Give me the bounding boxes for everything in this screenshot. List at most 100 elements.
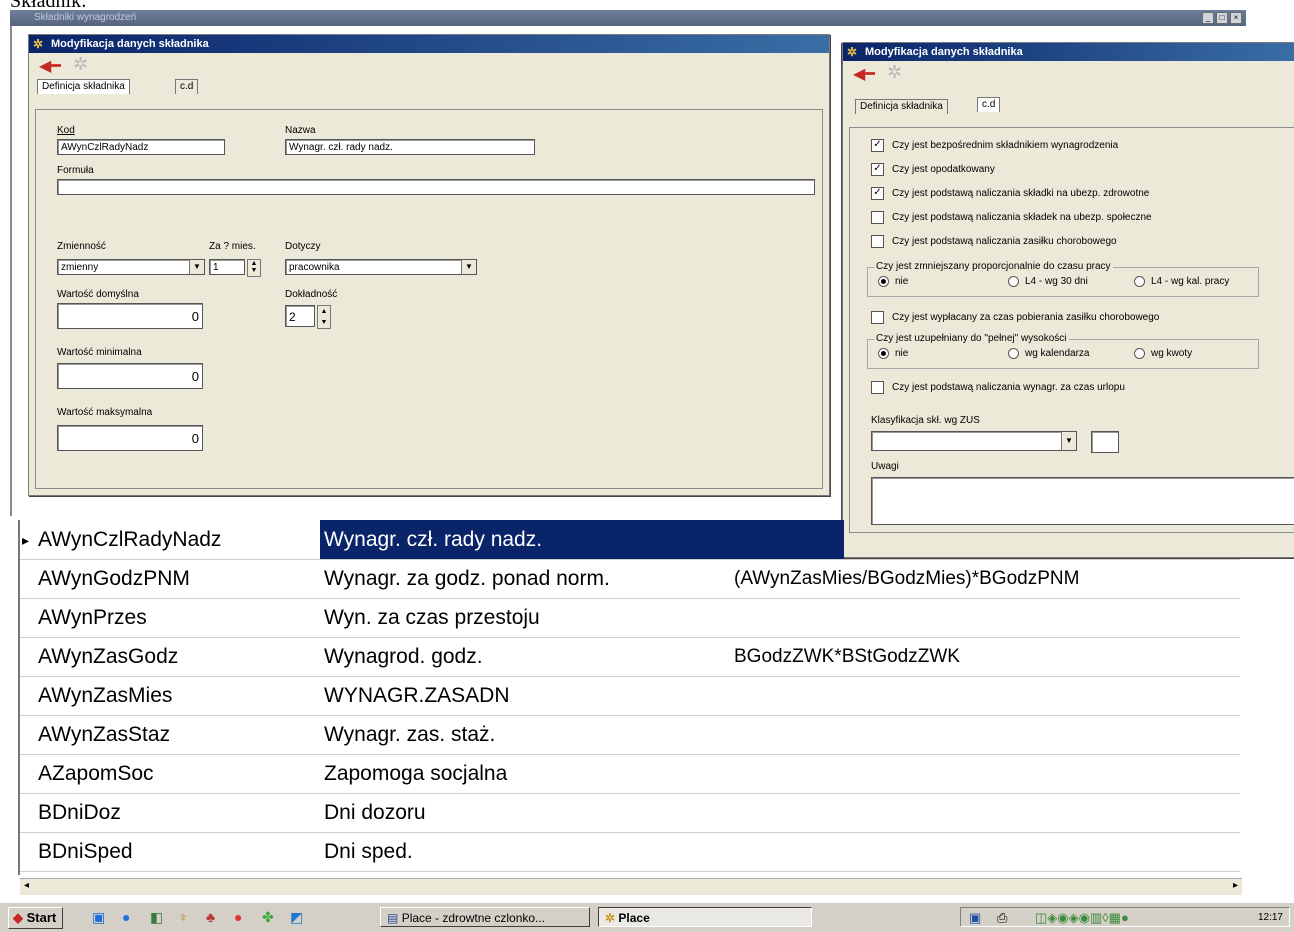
radio-fill-kwota[interactable]: wg kwoty (1134, 348, 1192, 359)
cell-name[interactable]: WYNAGR.ZASADN (324, 676, 510, 715)
radio-reduce-30dni[interactable]: L4 - wg 30 dni (1008, 276, 1088, 287)
checkbox-spoleczne[interactable]: Czy jest podstawą naliczania składek na … (871, 211, 1152, 224)
uwagi-field[interactable] (871, 477, 1294, 525)
radio-fill-nie[interactable]: nie (878, 348, 908, 359)
checkbox-box[interactable]: ✓ (871, 187, 884, 200)
horizontal-scrollbar[interactable]: ◂ ▸ (20, 878, 1242, 895)
desktop-icon[interactable]: ▣ (92, 909, 105, 926)
back-arrow-icon[interactable]: ◀━ (39, 56, 61, 76)
dokladnosc-field[interactable]: 2 (285, 305, 315, 327)
formula-field[interactable] (57, 179, 815, 195)
radio-reduce-kal[interactable]: L4 - wg kal. pracy (1134, 276, 1229, 287)
explorer-icon[interactable]: ◧ (150, 909, 163, 926)
table-row[interactable]: AWynZasGodz Wynagrod. godz. BGodzZWK*BSt… (20, 637, 1240, 677)
wartosc-domyslna-field[interactable]: 0 (57, 303, 203, 329)
printer-icon[interactable]: ⎙ (997, 910, 1007, 926)
app-icon[interactable]: ♣ (206, 909, 215, 925)
zmiennosc-select[interactable]: zmienny ▼ (57, 259, 205, 275)
cell-formula[interactable]: BGodzZWK*BStGodzZWK (734, 637, 960, 676)
cell-code[interactable]: BDniSped (38, 832, 133, 871)
scroll-right-icon[interactable]: ▸ (1233, 880, 1238, 891)
cell-code[interactable]: AWynPrzes (38, 598, 147, 637)
tray-icon[interactable]: ▣ (969, 910, 981, 926)
checkbox-box[interactable] (871, 211, 884, 224)
cell-code[interactable]: AWynZasMies (38, 676, 172, 715)
cell-name[interactable]: Wynagrod. godz. (324, 637, 483, 676)
checkbox-box[interactable]: ✓ (871, 163, 884, 176)
table-row[interactable]: AWynZasMies WYNAGR.ZASADN (20, 676, 1240, 716)
taskbar-button-document[interactable]: ▤ Place - zdrowtne czlonko... (380, 907, 590, 927)
chevron-down-icon[interactable]: ▼ (461, 260, 476, 274)
cell-code[interactable]: AZapomSoc (38, 754, 154, 793)
wartosc-minimalna-field[interactable]: 0 (57, 363, 203, 389)
cell-formula[interactable]: (AWynZasMies/BGodzMies)*BGodzPNM (734, 559, 1079, 598)
cell-code[interactable]: AWynZasStaz (38, 715, 170, 754)
dialog-title-bar[interactable]: ✲ Modyfikacja danych składnika (29, 35, 829, 53)
wartosc-maksymalna-field[interactable]: 0 (57, 425, 203, 451)
dotyczy-select[interactable]: pracownika ▼ (285, 259, 477, 275)
table-row[interactable]: AWynPrzes Wyn. za czas przestoju (20, 598, 1240, 638)
cell-name[interactable]: Wynagr. za godz. ponad norm. (324, 559, 610, 598)
close-button[interactable]: × (1230, 12, 1242, 24)
cell-name[interactable]: Wyn. za czas przestoju (324, 598, 540, 637)
new-record-icon[interactable]: ✲ (887, 62, 902, 83)
spinner-icon[interactable]: ▲ ▼ (247, 259, 261, 277)
app-title-bar[interactable]: Składniki wynagrodzeń _ □ × (10, 10, 1246, 26)
maximize-button[interactable]: □ (1216, 12, 1228, 24)
dialog-title-bar[interactable]: ✲ Modyfikacja danych składnika (843, 43, 1294, 61)
za-mies-field[interactable]: 1 (209, 259, 245, 275)
cell-name[interactable]: Dni sped. (324, 832, 413, 871)
app-icon[interactable]: ♆ (178, 909, 189, 925)
tab-definicja[interactable]: Definicja składnika (855, 99, 948, 114)
zus-code-field[interactable] (1091, 431, 1119, 453)
tray-icon[interactable]: ◫◈◉◈◉▥◊▦● (1035, 910, 1129, 926)
checkbox-box[interactable] (871, 381, 884, 394)
kod-field[interactable]: AWynCzlRadyNadz (57, 139, 225, 155)
zus-select[interactable]: ▼ (871, 431, 1077, 451)
clock[interactable]: 12:17 (1258, 908, 1283, 928)
taskbar-button-place[interactable]: ✲ Place (598, 907, 812, 927)
checkbox-wyplacany[interactable]: Czy jest wypłacany za czas pobierania za… (871, 311, 1159, 324)
radio-fill-kalendarz[interactable]: wg kalendarza (1008, 348, 1089, 359)
app-icon[interactable]: ● (234, 909, 242, 925)
cell-code[interactable]: AWynZasGodz (38, 637, 178, 676)
tab-cd[interactable]: c.d (977, 97, 1001, 112)
checkbox-chorobowy[interactable]: Czy jest podstawą naliczania zasiłku cho… (871, 235, 1117, 248)
table-row[interactable]: AZapomSoc Zapomoga socjalna (20, 754, 1240, 794)
tab-definicja[interactable]: Definicja składnika (37, 79, 130, 94)
start-button[interactable]: ◆ Start (8, 907, 64, 929)
chevron-down-icon[interactable]: ▼ (1061, 432, 1076, 450)
checkbox-box[interactable]: ✓ (871, 139, 884, 152)
app-icon[interactable]: ◩ (290, 909, 303, 926)
table-row[interactable]: ▸ AWynCzlRadyNadz Wynagr. czł. rady nadz… (20, 520, 1240, 560)
cell-code[interactable]: BDniDoz (38, 793, 121, 832)
radio-reduce-nie[interactable]: nie (878, 276, 908, 287)
app-icon[interactable]: ✤ (262, 909, 274, 926)
cell-name[interactable]: Wynagr. zas. staż. (324, 715, 495, 754)
checkbox-box[interactable] (871, 311, 884, 324)
table-row[interactable]: BDniDoz Dni dozoru (20, 793, 1240, 833)
minimize-button[interactable]: _ (1202, 12, 1214, 24)
nazwa-label: Nazwa (285, 125, 316, 136)
checkbox-urlop[interactable]: Czy jest podstawą naliczania wynagr. za … (871, 381, 1125, 394)
spinner-icon[interactable]: ▲ ▼ (317, 305, 331, 329)
checkbox-box[interactable] (871, 235, 884, 248)
table-row[interactable]: BDniSped Dni sped. (20, 832, 1240, 872)
new-record-icon[interactable]: ✲ (73, 54, 88, 75)
cell-name[interactable]: Dni dozoru (324, 793, 426, 832)
checkbox-opodatkowany[interactable]: ✓ Czy jest opodatkowany (871, 163, 995, 176)
cell-name[interactable]: Wynagr. czł. rady nadz. (320, 520, 844, 559)
cell-code[interactable]: AWynCzlRadyNadz (38, 520, 221, 559)
table-row[interactable]: AWynGodzPNM Wynagr. za godz. ponad norm.… (20, 559, 1240, 599)
table-row[interactable]: AWynZasStaz Wynagr. zas. staż. (20, 715, 1240, 755)
scroll-left-icon[interactable]: ◂ (24, 880, 29, 891)
checkbox-bezposredni[interactable]: ✓ Czy jest bezpośrednim składnikiem wynag… (871, 139, 1118, 152)
chevron-down-icon[interactable]: ▼ (189, 260, 204, 274)
cell-code[interactable]: AWynGodzPNM (38, 559, 190, 598)
tab-cd[interactable]: c.d (175, 79, 199, 94)
browser-icon[interactable]: ● (122, 909, 130, 925)
checkbox-zdrowotne[interactable]: ✓ Czy jest podstawą naliczania składki na… (871, 187, 1149, 200)
back-arrow-icon[interactable]: ◀━ (853, 64, 875, 84)
nazwa-field[interactable]: Wynagr. czł. rady nadz. (285, 139, 535, 155)
cell-name[interactable]: Zapomoga socjalna (324, 754, 507, 793)
